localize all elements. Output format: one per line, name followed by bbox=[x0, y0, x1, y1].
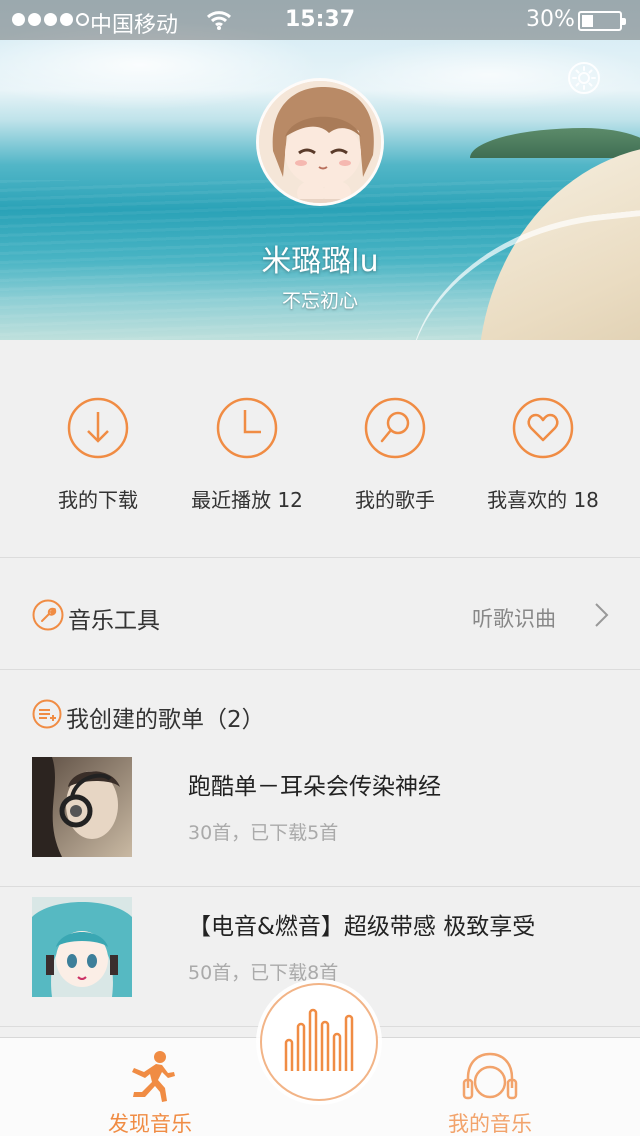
running-man-icon bbox=[132, 1051, 175, 1102]
created-playlists-header[interactable]: 我创建的歌单（2） bbox=[0, 671, 640, 747]
tab-label: 我的音乐 bbox=[448, 1112, 532, 1136]
quick-action-label: 我喜欢的 18 bbox=[487, 488, 599, 512]
user-signature: 不忘初心 bbox=[281, 290, 358, 312]
heart-icon bbox=[512, 397, 574, 459]
playlist-item[interactable]: 跑酷单－耳朵会传染神经 30首，已下载5首 bbox=[0, 747, 640, 887]
music-tools-row[interactable]: 音乐工具 听歌识曲 bbox=[0, 559, 640, 670]
quick-action-label: 我的下载 bbox=[58, 488, 138, 512]
battery-icon bbox=[578, 11, 626, 31]
playlists-title: 我创建的歌单（2） bbox=[66, 707, 265, 733]
microphone-icon bbox=[364, 397, 426, 459]
quick-action-label: 我的歌手 bbox=[355, 488, 435, 512]
tab-my-music[interactable]: 我的音乐 bbox=[390, 1038, 590, 1136]
headphones-icon bbox=[462, 1052, 518, 1100]
quick-actions: 我的下载 最近播放 12 我的歌手 我喜欢的 18 bbox=[0, 340, 640, 558]
user-name: 米璐璐lu bbox=[261, 244, 379, 279]
clock-icon bbox=[216, 397, 278, 459]
music-tools-title: 音乐工具 bbox=[68, 608, 160, 634]
download-icon bbox=[67, 397, 129, 459]
playlist-cover bbox=[32, 897, 132, 997]
battery-percent: 30% bbox=[526, 7, 575, 32]
status-bar: 中国移动 15:37 30% bbox=[0, 0, 640, 40]
playlist-add-icon bbox=[32, 699, 62, 729]
island-decoration bbox=[470, 128, 640, 158]
now-playing-button[interactable] bbox=[260, 983, 378, 1101]
quick-action-recent[interactable]: 最近播放 12 bbox=[167, 340, 327, 558]
playlist-name: 【电音&燃音】超级带感 极致享受 bbox=[188, 914, 536, 940]
quick-action-favorites[interactable]: 我喜欢的 18 bbox=[463, 340, 623, 558]
playlist-cover bbox=[32, 757, 132, 857]
quick-action-label: 最近播放 12 bbox=[191, 488, 303, 512]
playlist-name: 跑酷单－耳朵会传染神经 bbox=[188, 774, 441, 800]
wrench-icon bbox=[32, 599, 64, 631]
quick-action-singers[interactable]: 我的歌手 bbox=[315, 340, 475, 558]
skin-settings-icon[interactable] bbox=[566, 60, 602, 96]
song-recognition-link[interactable]: 听歌识曲 bbox=[472, 603, 556, 633]
quick-action-downloads[interactable]: 我的下载 bbox=[18, 340, 178, 558]
tab-discover-music[interactable]: 发现音乐 bbox=[50, 1038, 250, 1136]
playlist-meta: 50首，已下载8首 bbox=[188, 962, 339, 984]
tab-label: 发现音乐 bbox=[108, 1112, 192, 1136]
equalizer-icon bbox=[284, 1008, 354, 1071]
chevron-right-icon bbox=[595, 603, 609, 627]
playlist-meta: 30首，已下载5首 bbox=[188, 822, 339, 844]
avatar[interactable] bbox=[256, 78, 384, 206]
